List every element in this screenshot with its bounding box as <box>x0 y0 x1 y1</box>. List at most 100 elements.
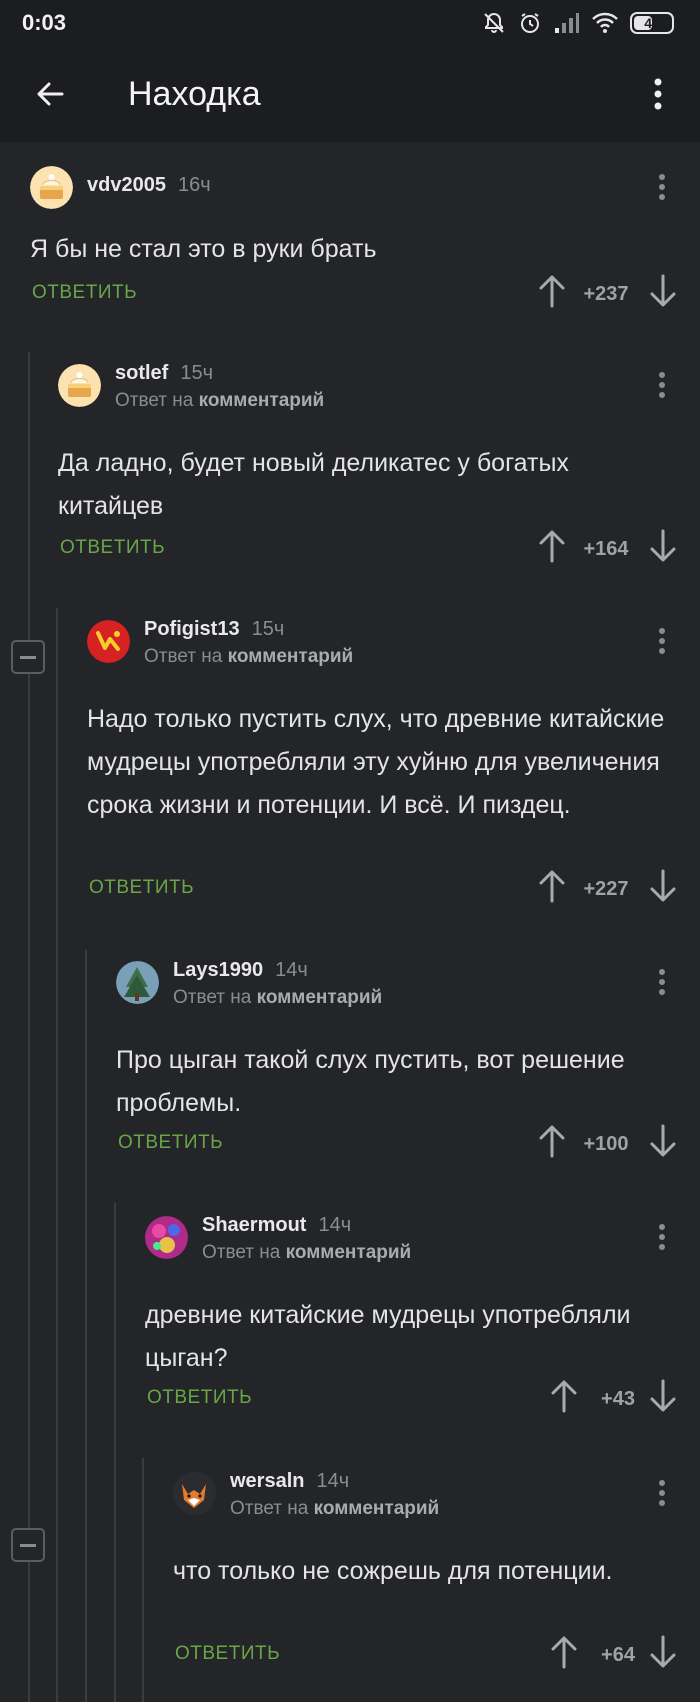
upvote-button[interactable] <box>537 274 567 308</box>
app-bar: Находка <box>0 46 700 142</box>
downvote-button[interactable] <box>648 1379 678 1413</box>
minus-icon <box>20 1543 36 1547</box>
comment-score: +227 <box>583 878 629 900</box>
comment-time: 16ч <box>177 174 211 196</box>
reply-to-label: Ответ на комментарий <box>144 646 353 668</box>
upvote-button[interactable] <box>537 1124 567 1158</box>
comment-author[interactable]: sotlef 15ч <box>115 362 213 385</box>
comment-author[interactable]: vdv2005 16ч <box>87 174 211 197</box>
reply-to-link[interactable]: комментарий <box>314 1498 440 1519</box>
reply-to-link[interactable]: комментарий <box>257 987 383 1008</box>
upvote-button[interactable] <box>537 529 567 563</box>
upvote-button[interactable] <box>549 1379 579 1413</box>
downvote-button[interactable] <box>648 529 678 563</box>
thread-line <box>56 608 58 1702</box>
cake-avatar[interactable] <box>58 364 101 407</box>
comment-score: +43 <box>601 1388 635 1410</box>
comment-text: Да ладно, будет новый деликатес у богаты… <box>58 449 569 520</box>
downvote-button[interactable] <box>648 869 678 903</box>
downvote-button[interactable] <box>648 1124 678 1158</box>
collapse-thread-button[interactable] <box>11 1528 45 1562</box>
status-bar: 0:03 46 <box>0 0 700 46</box>
more-vertical-icon <box>654 78 662 110</box>
thread-line <box>114 1203 116 1702</box>
comment-score: +64 <box>601 1644 635 1666</box>
comment-score: +164 <box>583 538 629 560</box>
reply-button[interactable]: ОТВЕТИТЬ <box>89 877 194 899</box>
upvote-button[interactable] <box>537 869 567 903</box>
comment-time: 14ч <box>275 959 308 981</box>
comment-time: 14ч <box>318 1214 352 1236</box>
comment-more-button[interactable] <box>650 368 674 402</box>
comment-more-button[interactable] <box>650 1220 674 1254</box>
arrow-left-icon <box>37 82 64 106</box>
reply-button[interactable]: ОТВЕТИТЬ <box>32 282 137 304</box>
reply-to-prefix: Ответ на <box>115 390 194 411</box>
battery-indicator: 46 <box>630 12 674 34</box>
battery-level: 46 <box>644 15 660 31</box>
comment-text: Про цыган такой слух пустить, вот решени… <box>116 1046 625 1117</box>
colorful-avatar-image <box>145 1216 188 1259</box>
wifi-icon <box>592 12 618 34</box>
downvote-button[interactable] <box>648 1635 678 1669</box>
comment-more-button[interactable] <box>650 1476 674 1510</box>
reply-to-label: Ответ на комментарий <box>115 390 324 412</box>
author-name[interactable]: Shaermout <box>202 1214 306 1236</box>
comment-score: +100 <box>583 1133 629 1155</box>
thread-line <box>85 950 87 1702</box>
comment-more-button[interactable] <box>650 965 674 999</box>
reply-to-prefix: Ответ на <box>202 1242 281 1263</box>
author-name[interactable]: sotlef <box>115 362 168 384</box>
comment-text: Надо только пустить слух, что древние ки… <box>87 705 665 819</box>
comment-text: что только не сожрешь для потенции. <box>173 1557 613 1585</box>
comment-time: 14ч <box>316 1470 350 1492</box>
signal-icon <box>554 12 580 34</box>
alarm-icon <box>518 11 542 35</box>
comment-more-button[interactable] <box>650 170 674 204</box>
reply-to-link[interactable]: комментарий <box>199 390 325 411</box>
upvote-button[interactable] <box>549 1635 579 1669</box>
author-name[interactable]: Lays1990 <box>173 959 263 981</box>
fox-avatar[interactable] <box>173 1472 216 1515</box>
comment-author[interactable]: wersaln 14ч <box>230 1470 349 1493</box>
red-emblem-avatar[interactable] <box>87 620 130 663</box>
reply-button[interactable]: ОТВЕТИТЬ <box>60 537 165 559</box>
comment-text: Я бы не стал это в руки брать <box>30 235 377 263</box>
thread-line <box>142 1458 144 1702</box>
colorful-avatar[interactable] <box>145 1216 188 1259</box>
author-name[interactable]: vdv2005 <box>87 174 166 196</box>
comment-score: +237 <box>583 283 629 305</box>
reply-to-label: Ответ на комментарий <box>202 1242 411 1264</box>
downvote-button[interactable] <box>648 274 678 308</box>
page-title: Находка <box>128 74 261 113</box>
reply-button[interactable]: ОТВЕТИТЬ <box>118 1132 223 1154</box>
reply-to-link[interactable]: комментарий <box>286 1242 412 1263</box>
bell-off-icon <box>482 11 506 35</box>
tree-avatar-image <box>116 961 159 1004</box>
comment-time: 15ч <box>251 618 285 640</box>
cake-avatar-image <box>58 364 101 407</box>
reply-to-label: Ответ на комментарий <box>230 1498 439 1520</box>
status-time: 0:03 <box>22 10 67 35</box>
author-name[interactable]: wersaln <box>230 1470 304 1492</box>
comment-more-button[interactable] <box>650 624 674 658</box>
tree-avatar[interactable] <box>116 961 159 1004</box>
thread-line <box>28 352 30 1702</box>
comment-author[interactable]: Pofigist13 15ч <box>144 618 284 641</box>
comment-author[interactable]: Lays1990 14ч <box>173 959 308 982</box>
back-button[interactable] <box>26 70 74 118</box>
cake-avatar[interactable] <box>30 166 73 209</box>
minus-icon <box>20 655 36 659</box>
reply-button[interactable]: ОТВЕТИТЬ <box>175 1643 280 1665</box>
reply-to-label: Ответ на комментарий <box>173 987 382 1009</box>
collapse-thread-button[interactable] <box>11 640 45 674</box>
reply-to-link[interactable]: комментарий <box>228 646 354 667</box>
cake-avatar-image <box>30 166 73 209</box>
comment-author[interactable]: Shaermout 14ч <box>202 1214 351 1237</box>
reply-button[interactable]: ОТВЕТИТЬ <box>147 1387 252 1409</box>
author-name[interactable]: Pofigist13 <box>144 618 240 640</box>
fox-avatar-image <box>173 1472 216 1515</box>
overflow-menu-button[interactable] <box>638 68 678 120</box>
reply-to-prefix: Ответ на <box>144 646 223 667</box>
comment-time: 15ч <box>180 362 214 384</box>
